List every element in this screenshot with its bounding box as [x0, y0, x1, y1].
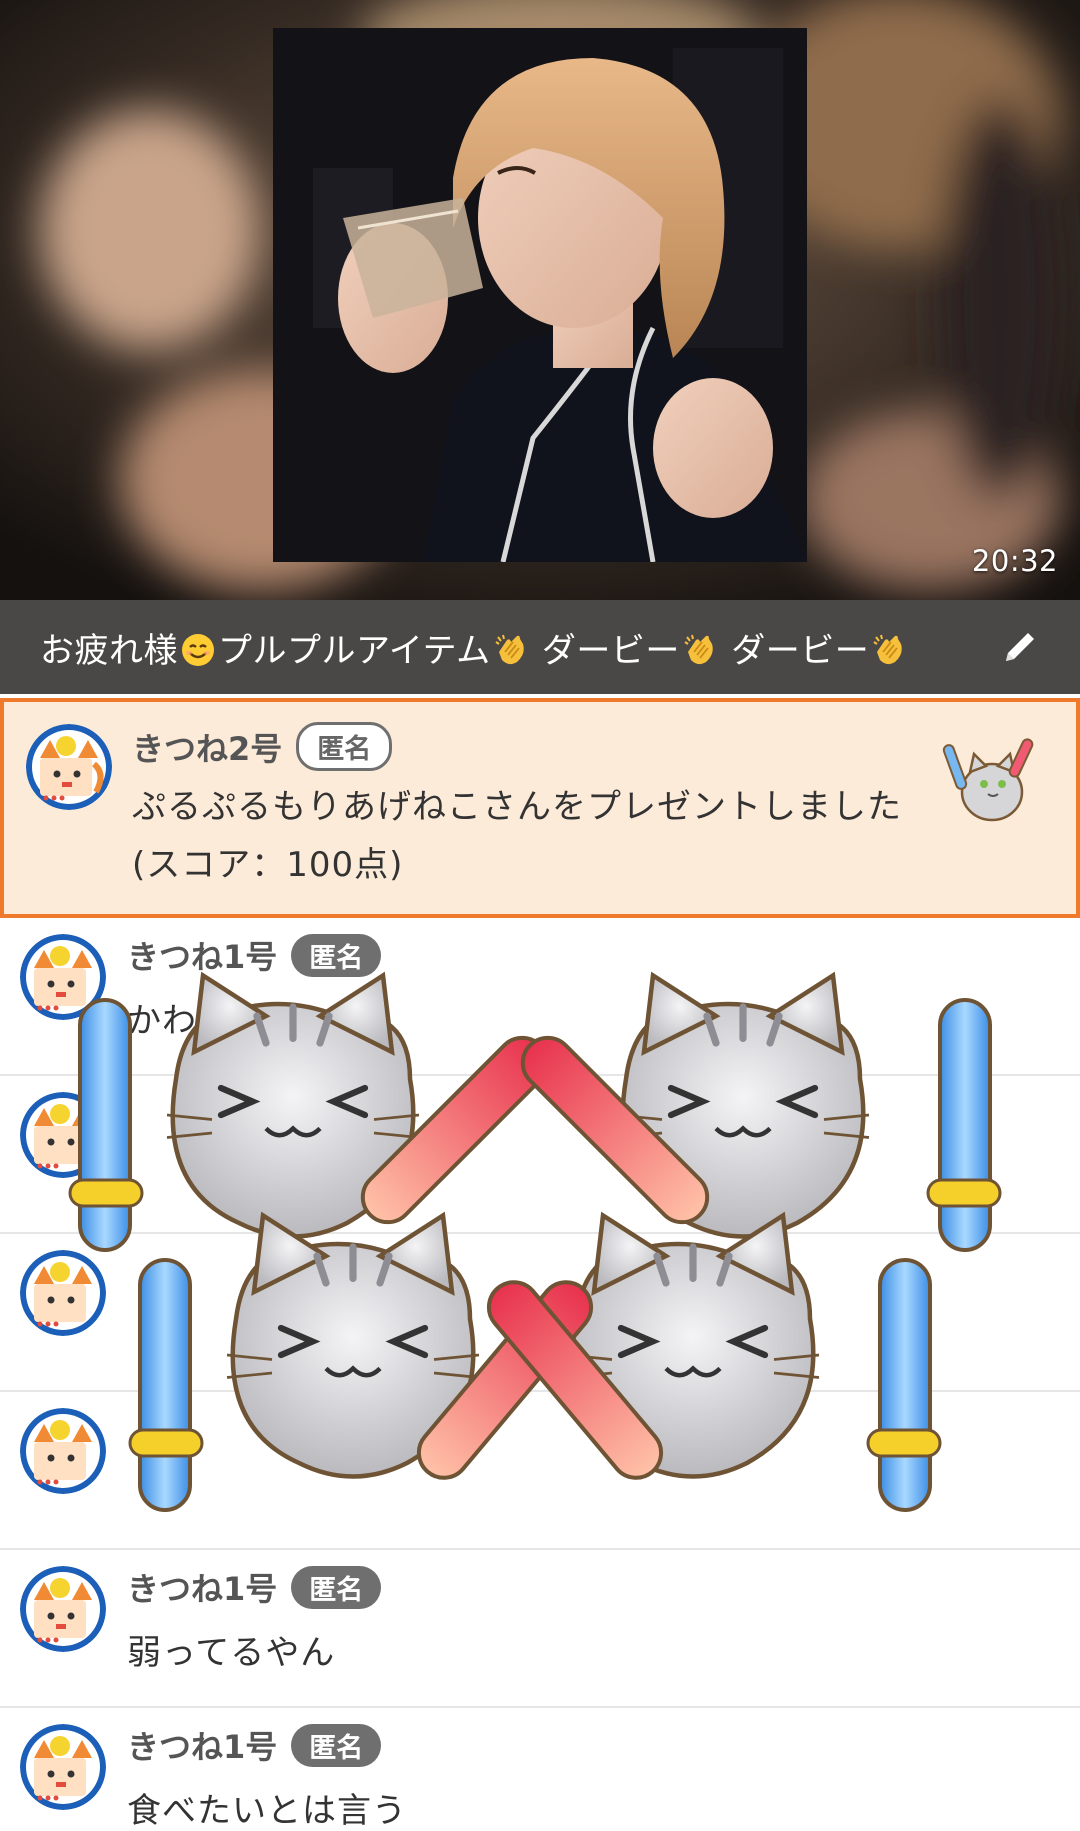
avatar[interactable]: [20, 1566, 106, 1652]
avatar[interactable]: [20, 1092, 106, 1178]
pencil-icon: [1006, 633, 1034, 661]
avatar[interactable]: [26, 724, 112, 810]
comment-header: きつね1号 匿名: [127, 932, 382, 978]
avatar[interactable]: [20, 1250, 106, 1336]
title-part: プルプルアイテム: [218, 630, 491, 671]
user-name[interactable]: きつね1号: [127, 1722, 277, 1768]
comment-item[interactable]: [0, 1392, 1080, 1550]
clapping-hands-icon: [873, 634, 902, 664]
stream-title-bar: お疲れ様 プルプルアイテム ダービー ダービー: [0, 600, 1080, 694]
comment-header: きつね2号 匿名: [132, 722, 393, 771]
user-name[interactable]: きつね1号: [127, 932, 277, 978]
avatar[interactable]: [20, 934, 106, 1020]
comment-item[interactable]: [0, 1234, 1080, 1392]
comment-message: ぷるぷるもりあげねこさんをプレゼントしました (スコア：100点): [132, 787, 902, 885]
smiling-face-icon: [182, 633, 214, 666]
penlight-cat-icon: [942, 738, 1034, 822]
gift-comment[interactable]: きつね2号 匿名 ぷるぷるもりあげねこさんをプレゼントしました (スコア：100…: [0, 698, 1080, 918]
comment-header: きつね1号 匿名: [127, 1564, 382, 1610]
comment-item[interactable]: [0, 1076, 1080, 1234]
comment-header: きつね1号 匿名: [127, 1722, 382, 1768]
title-part: ダービー: [530, 630, 680, 671]
user-name[interactable]: きつね1号: [127, 1564, 277, 1610]
anonymous-badge: 匿名: [291, 1723, 382, 1767]
avatar[interactable]: [20, 1408, 106, 1494]
clapping-hands-icon: [684, 634, 713, 664]
stream-title: お疲れ様 プルプルアイテム ダービー ダービー: [40, 623, 996, 672]
avatar[interactable]: [20, 1724, 106, 1810]
anonymous-badge: 匿名: [291, 933, 382, 977]
anonymous-badge: 匿名: [291, 1565, 382, 1609]
comment-item[interactable]: きつね1号 匿名 かわ…: [0, 918, 1080, 1076]
edit-title-button[interactable]: [996, 623, 1044, 671]
comment-item[interactable]: きつね1号 匿名 弱ってるやん: [0, 1550, 1080, 1708]
comment-list[interactable]: きつね2号 匿名 ぷるぷるもりあげねこさんをプレゼントしました (スコア：100…: [0, 694, 1080, 1831]
clapping-hands-icon: [495, 634, 524, 664]
title-part: ダービー: [719, 630, 870, 671]
video-timestamp: 20:32: [971, 544, 1058, 578]
video-player[interactable]: 20:32: [0, 0, 1080, 600]
anonymous-badge: 匿名: [296, 722, 393, 771]
comment-message: 食べたいとは言う: [127, 1791, 407, 1831]
comment-message: 弱ってるやん: [127, 1633, 336, 1673]
title-part: お疲れ様: [40, 630, 178, 671]
comment-item[interactable]: きつね1号 匿名 食べたいとは言う: [0, 1708, 1080, 1831]
comment-message: かわ…: [127, 1001, 232, 1041]
user-name[interactable]: きつね2号: [132, 724, 282, 770]
video-frame-photo: [273, 28, 807, 562]
